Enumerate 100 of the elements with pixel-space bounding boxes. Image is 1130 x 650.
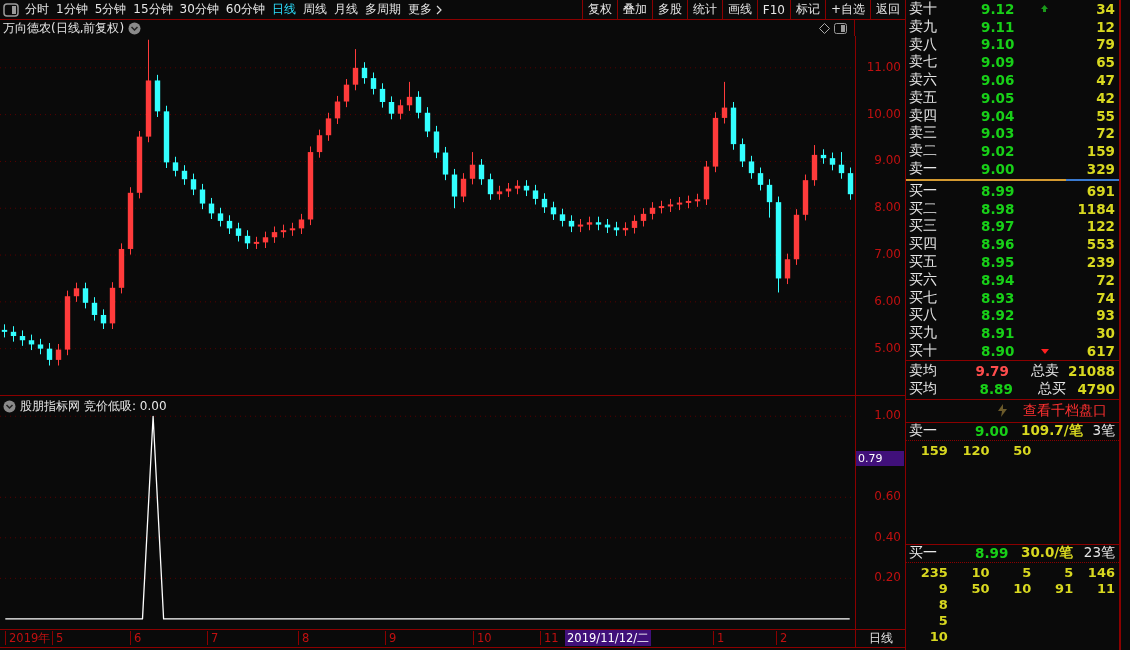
diamond-icon[interactable] [819, 22, 830, 34]
candlestick [550, 201, 557, 221]
level-label: 卖二 [909, 142, 938, 161]
candlestick [73, 282, 80, 303]
candlestick [469, 151, 476, 185]
price: 9.11 [981, 18, 1016, 35]
level-label: 卖六 [909, 71, 938, 90]
price: 9.10 [981, 36, 1016, 53]
panel-toggle-icon[interactable] [3, 2, 19, 17]
candlestick [199, 183, 206, 210]
dropdown-icon[interactable] [128, 21, 142, 35]
candlestick [352, 48, 359, 91]
period-tab[interactable]: 15分钟 [133, 1, 173, 18]
price: 9.03 [981, 125, 1016, 142]
lightning-icon [998, 404, 1007, 418]
order-volume: 5 [937, 613, 948, 629]
order-count: 3笔 [1092, 422, 1115, 441]
toolbar-button[interactable]: 画线 [721, 0, 757, 19]
date-label: 5 [52, 631, 64, 645]
candlestick [370, 72, 377, 96]
period-tab[interactable]: 60分钟 [225, 1, 266, 18]
date-label: 1 [713, 631, 725, 645]
order-volume: 11 [1095, 581, 1115, 597]
period-tab[interactable]: 分时 [25, 1, 49, 18]
level-label: 买九 [909, 324, 938, 343]
order-count: 23笔 [1083, 544, 1115, 563]
price: 8.94 [981, 271, 1016, 288]
period-tab[interactable]: 多周期 [365, 1, 402, 18]
value-tick: 0.60 [874, 489, 901, 504]
period-tab[interactable]: 日线 [272, 1, 297, 18]
volume: 329 [1085, 161, 1115, 178]
order-volume: 120 [961, 443, 990, 459]
indicator-reading: 竞价低吸: 0.00 [84, 398, 167, 415]
candlestick [478, 158, 485, 186]
candlestick [532, 184, 539, 205]
candlestick [343, 78, 350, 108]
level-label: 买一 [909, 181, 938, 200]
value-tick: 0.20 [874, 570, 901, 585]
candlestick [46, 342, 53, 367]
level-label: 卖一 [909, 160, 938, 179]
level-label: 买四 [909, 235, 938, 254]
period-tab[interactable]: 周线 [303, 1, 328, 18]
volume: 55 [1095, 107, 1115, 124]
toolbar-button[interactable]: 统计 [686, 0, 722, 19]
depth-link[interactable]: 查看千档盘口 [1023, 401, 1107, 420]
queue-label: 买一 [909, 544, 938, 563]
date-label: 10 [473, 631, 492, 645]
toolbar-button[interactable]: 叠加 [616, 0, 652, 19]
candlestick [316, 129, 323, 159]
volume: 47 [1095, 72, 1115, 89]
price-tick: 9.00 [874, 153, 901, 168]
order-volume: 5 [1021, 565, 1032, 581]
volume: 30 [1095, 325, 1115, 342]
queue-price: 9.00 [975, 423, 1010, 440]
volume: 74 [1095, 289, 1115, 306]
more-button[interactable]: 更多 [408, 1, 443, 18]
order-volume: 10 [1012, 581, 1032, 597]
dropdown-icon[interactable] [3, 400, 16, 413]
toolbar-button[interactable]: 复权 [581, 0, 617, 19]
price: 9.12 [981, 0, 1016, 17]
period-tab[interactable]: 1分钟 [56, 1, 88, 18]
candlestick [757, 167, 764, 191]
level-label: 卖五 [909, 88, 938, 107]
price: 8.97 [981, 218, 1016, 235]
average-label: 卖均 [909, 361, 938, 380]
date-label: 9 [385, 631, 397, 645]
order-volume: 50 [1012, 443, 1032, 459]
price: 9.06 [981, 72, 1016, 89]
volume: 72 [1095, 125, 1115, 142]
price: 9.09 [981, 54, 1016, 71]
candlestick [298, 213, 305, 235]
price-tick: 6.00 [874, 293, 901, 308]
price: 8.95 [981, 254, 1016, 271]
candlestick [397, 99, 404, 120]
price: 8.90 [981, 343, 1016, 360]
per-order-volume: 109.7/笔 [1021, 422, 1084, 441]
toolbar-button[interactable]: 返回 [870, 0, 905, 19]
price: 8.91 [981, 325, 1016, 342]
level-label: 买五 [909, 253, 938, 272]
price-tick: 11.00 [866, 59, 901, 74]
period-tab[interactable]: 月线 [334, 1, 359, 18]
toolbar-button[interactable]: F10 [756, 0, 790, 19]
candlestick [190, 173, 197, 196]
panel-icon[interactable] [834, 22, 847, 34]
date-label: 2019年 [5, 631, 51, 645]
price-tick: 10.00 [866, 106, 901, 121]
toolbar-button[interactable]: 多股 [651, 0, 687, 19]
price: 8.98 [981, 200, 1016, 217]
period-tab[interactable]: 5分钟 [94, 1, 127, 18]
date-label: 7 [207, 631, 219, 645]
candlestick [172, 156, 179, 177]
toolbar-button[interactable]: +自选 [824, 0, 870, 19]
total-label: 总买 [1038, 379, 1068, 398]
toolbar-button[interactable]: 标记 [789, 0, 825, 19]
period-tab[interactable]: 30分钟 [179, 1, 219, 18]
date-label: 8 [298, 631, 310, 645]
candlestick [739, 138, 746, 168]
volume: 239 [1085, 254, 1115, 271]
candlestick [325, 112, 332, 142]
volume: 72 [1095, 271, 1115, 288]
